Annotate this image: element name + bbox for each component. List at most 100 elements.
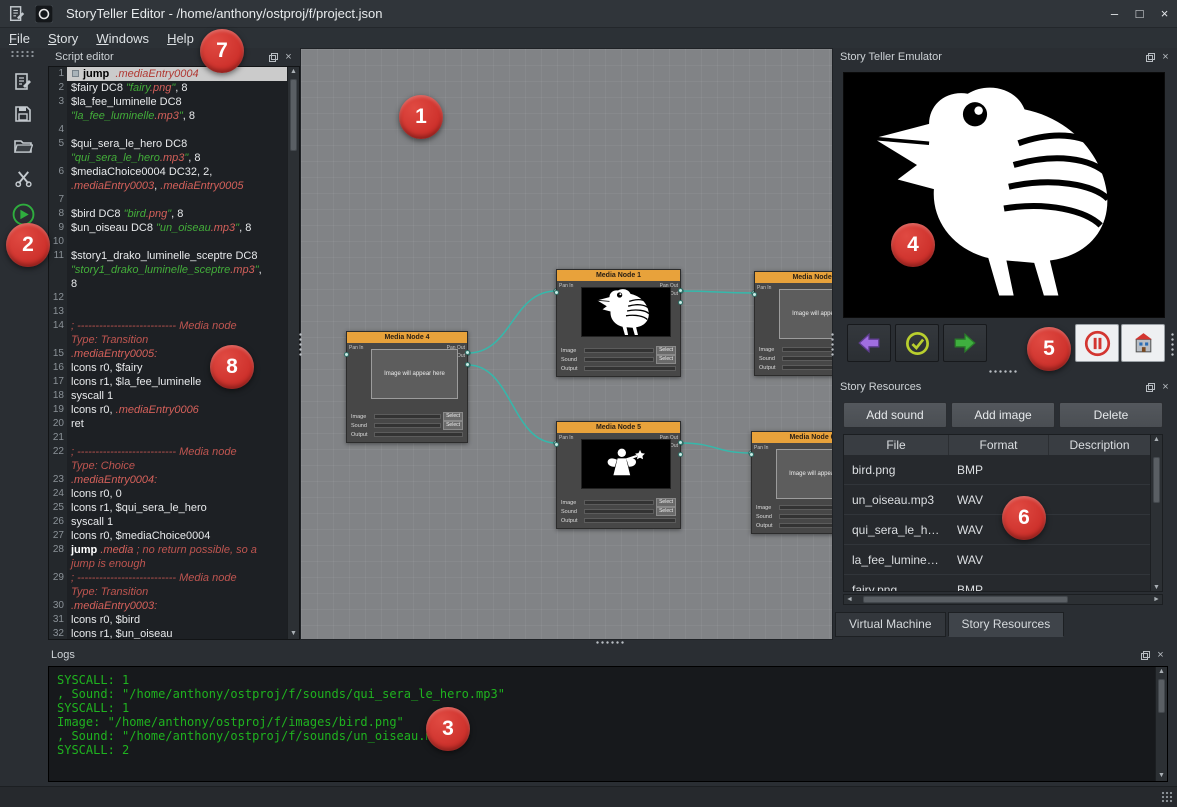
home-button[interactable] [1121,324,1165,362]
scroll-thumb[interactable] [1158,679,1165,713]
maximize-button[interactable]: □ [1127,0,1152,28]
input-port[interactable] [554,442,559,447]
scroll-up-icon[interactable]: ▲ [288,67,299,77]
output-port[interactable] [678,440,683,445]
close-panel-icon[interactable]: × [1159,51,1172,64]
code-line-24[interactable]: 24lcons r0, 0 [49,487,287,501]
resource-row[interactable]: fairy.pngBMP [844,575,1162,592]
tab-story-resources[interactable]: Story Resources [948,612,1065,637]
code-line-26[interactable]: 26syscall 1 [49,515,287,529]
save-button[interactable] [9,100,37,128]
node-title[interactable]: Media Node 6 [752,432,833,443]
select-button[interactable]: Select [443,421,463,430]
close-panel-icon[interactable]: × [282,51,295,64]
code-line-6[interactable]: 6$mediaChoice0004 DC32, 2, .mediaEntry00… [49,165,287,193]
code-line-14[interactable]: 14; --------------------------- Media no… [49,319,287,347]
scroll-thumb[interactable] [290,79,297,151]
menu-file[interactable]: File [0,29,39,48]
node-title[interactable]: Media Node 3 [755,272,833,283]
output-port[interactable] [465,362,470,367]
code-line-3[interactable]: 3$la_fee_luminelle DC8 "la_fee_luminelle… [49,95,287,123]
code-line-13[interactable]: 13 [49,305,287,319]
scroll-up-icon[interactable]: ▲ [1156,667,1167,677]
logs-scrollbar[interactable]: ▲ ▼ [1155,667,1167,781]
previous-button[interactable] [847,324,891,362]
code-line-1[interactable]: 1jump .mediaEntry0004 [49,67,287,81]
input-port[interactable] [752,292,757,297]
output-port[interactable] [678,452,683,457]
scroll-track[interactable] [855,595,1151,604]
select-button[interactable]: Select [656,346,676,355]
code-line-10[interactable]: 10 [49,235,287,249]
code-line-31[interactable]: 31lcons r0, $bird [49,613,287,627]
select-button[interactable]: Select [443,412,463,421]
output-port[interactable] [678,288,683,293]
resize-grip[interactable] [1161,791,1173,803]
graph-node[interactable]: Media Node 4 Pan In Pan Out Pan Out Imag… [346,331,468,443]
graph-node[interactable]: Media Node 6 Pan In Pan Out Pan Out Imag… [751,431,833,534]
delete-button[interactable]: Delete [1059,402,1163,428]
code-line-29[interactable]: 29; --------------------------- Media no… [49,571,287,599]
node-graph-canvas[interactable]: Media Node 4 Pan In Pan Out Pan Out Imag… [300,48,833,640]
toolbar-drag-handle[interactable] [10,50,36,57]
code-line-5[interactable]: 5$qui_sera_le_hero DC8 "qui_sera_le_hero… [49,137,287,165]
table-hscrollbar[interactable]: ◄ ► [843,594,1163,605]
code-line-25[interactable]: 25lcons r1, $qui_sera_le_hero [49,501,287,515]
code-line-11[interactable]: 11$story1_drako_luminelle_sceptre DC8 "s… [49,249,287,291]
scroll-down-icon[interactable]: ▼ [288,629,299,639]
cut-button[interactable] [9,164,37,192]
script-editor[interactable]: 1jump .mediaEntry00042$fairy DC8 "fairy.… [48,66,300,640]
input-port[interactable] [344,352,349,357]
splitter-handle[interactable] [595,640,625,645]
pause-button[interactable] [1075,324,1119,362]
code-area[interactable]: 1jump .mediaEntry00042$fairy DC8 "fairy.… [49,67,287,639]
select-button[interactable]: Select [656,498,676,507]
menu-story[interactable]: Story [39,29,87,48]
column-header-description[interactable]: Description [1049,435,1151,455]
scroll-left-icon[interactable]: ◄ [844,594,855,605]
node-title[interactable]: Media Node 5 [557,422,680,433]
scroll-up-icon[interactable]: ▲ [1151,435,1162,445]
menu-help[interactable]: Help [158,29,203,48]
validate-button[interactable] [895,324,939,362]
column-header-format[interactable]: Format [949,435,1049,455]
minimize-button[interactable]: – [1102,0,1127,28]
code-line-22[interactable]: 22; --------------------------- Media no… [49,445,287,473]
code-line-7[interactable]: 7 [49,193,287,207]
code-line-23[interactable]: 23.mediaEntry0004: [49,473,287,487]
code-line-27[interactable]: 27lcons r0, $mediaChoice0004 [49,529,287,543]
input-port[interactable] [749,452,754,457]
code-line-20[interactable]: 20ret [49,417,287,431]
tab-virtual-machine[interactable]: Virtual Machine [835,612,946,637]
next-button[interactable] [943,324,987,362]
open-button[interactable] [9,132,37,160]
scroll-thumb[interactable] [863,596,1068,603]
splitter-handle[interactable] [1170,332,1175,358]
code-line-19[interactable]: 19lcons r0, .mediaEntry0006 [49,403,287,417]
table-scrollbar[interactable]: ▲ ▼ [1150,435,1162,592]
resource-row[interactable]: bird.pngBMP [844,455,1162,485]
add-sound-button[interactable]: Add sound [843,402,947,428]
code-line-30[interactable]: 30.mediaEntry0003: [49,599,287,613]
float-panel-icon[interactable] [1144,381,1157,394]
graph-node[interactable]: Media Node 3 Pan In Pan Out Pan Out Imag… [754,271,833,376]
node-title[interactable]: Media Node 1 [557,270,680,281]
code-line-21[interactable]: 21 [49,431,287,445]
code-line-2[interactable]: 2$fairy DC8 "fairy.png", 8 [49,81,287,95]
output-port[interactable] [678,300,683,305]
close-panel-icon[interactable]: × [1154,649,1167,662]
add-image-button[interactable]: Add image [951,402,1055,428]
scroll-down-icon[interactable]: ▼ [1151,583,1162,592]
logs-output[interactable]: SYSCALL: 1, Sound: "/home/anthony/ostpro… [48,666,1168,782]
code-line-28[interactable]: 28jump .media ; no return possible, so a… [49,543,287,571]
code-line-12[interactable]: 12 [49,291,287,305]
graph-node[interactable]: Media Node 5 Pan In Pan Out Pan Out Imag… [556,421,681,529]
resource-row[interactable]: la_fee_lumine…WAV [844,545,1162,575]
node-title[interactable]: Media Node 4 [347,332,467,343]
code-line-32[interactable]: 32lcons r1, $un_oiseau [49,627,287,639]
splitter-handle[interactable] [830,332,835,358]
float-panel-icon[interactable] [1139,649,1152,662]
float-panel-icon[interactable] [1144,51,1157,64]
new-script-button[interactable] [9,68,37,96]
code-line-18[interactable]: 18syscall 1 [49,389,287,403]
